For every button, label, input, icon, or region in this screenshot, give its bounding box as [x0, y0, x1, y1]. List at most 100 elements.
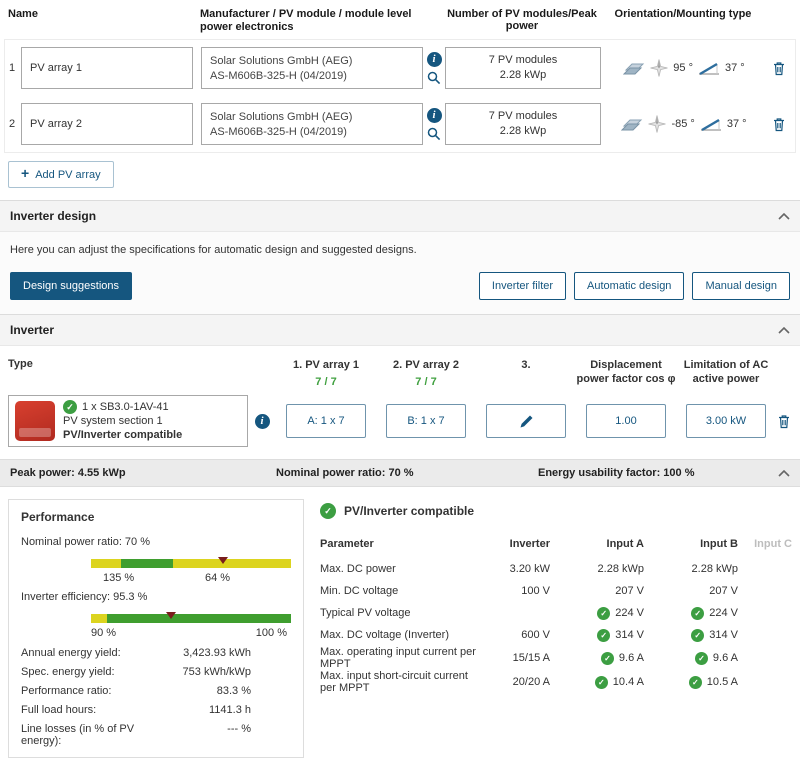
compat-row: Max. DC power 3.20 kW 2.28 kWp 2.28 kWp: [320, 563, 738, 575]
bar-tick: 100 %: [255, 627, 287, 639]
pv-array-name-input[interactable]: [21, 47, 193, 89]
energy-usability-summary: Energy usability factor: 100 %: [538, 467, 695, 479]
azimuth-value: -85 °: [671, 118, 695, 130]
input-b-assignment[interactable]: B: 1 x 7: [386, 404, 466, 438]
module-search-icon[interactable]: [427, 71, 441, 85]
col-header-type: Type: [8, 358, 33, 370]
design-description: Here you can adjust the specifications f…: [10, 244, 417, 256]
col-header-array3: 3.: [521, 359, 531, 371]
col-header-ac-limit: Limitation of AC active power: [683, 359, 769, 385]
delete-pv-array-icon[interactable]: [772, 61, 786, 76]
compat-row: Typical PV voltage 224 V 224 V: [320, 602, 792, 624]
pencil-icon: [519, 414, 534, 429]
module-info-icon[interactable]: [426, 107, 442, 123]
delete-pv-array-icon[interactable]: [772, 117, 786, 132]
inverter-expander[interactable]: Inverter: [0, 314, 800, 346]
chevron-up-icon[interactable]: [778, 326, 790, 334]
automatic-design-button[interactable]: Automatic design: [574, 272, 685, 300]
manual-design-button[interactable]: Manual design: [692, 272, 790, 300]
ac-limit-field[interactable]: 3.00 kW: [686, 404, 766, 438]
ok-check-icon: [594, 675, 608, 689]
cos-phi-field[interactable]: 1.00: [586, 404, 666, 438]
orientation-cell: -85 ° 37 °: [601, 115, 767, 133]
row-index: 1: [9, 62, 16, 74]
col-header-orientation: Orientation/Mounting type: [614, 8, 752, 20]
ok-check-icon: [597, 628, 611, 642]
peak-power: 2.28 kWp: [499, 125, 547, 137]
inverter-summary-bar: Peak power: 4.55 kWp Nominal power ratio…: [0, 459, 800, 487]
inverter-filter-button[interactable]: Inverter filter: [478, 272, 567, 300]
module-count-box[interactable]: 7 PV modules 2.28 kWp: [445, 103, 601, 145]
inverter-image: [15, 401, 55, 441]
bar-marker: [166, 612, 176, 619]
orientation-cell: 95 ° 37 °: [601, 59, 767, 77]
compatibility-status: PV/Inverter compatible: [63, 429, 183, 441]
mounting-type-icon[interactable]: [621, 117, 643, 132]
pv-table-header: Name Manufacturer / PV module / module l…: [0, 0, 800, 39]
inverter-efficiency-label: Inverter efficiency: 95.3 %: [21, 591, 148, 603]
module-count-box[interactable]: 7 PV modules 2.28 kWp: [445, 47, 601, 89]
ok-check-icon: [688, 675, 702, 689]
col-header-modules: Number of PV modules/Peak power: [447, 8, 597, 32]
ok-check-icon: [597, 606, 611, 620]
pv-array-row-2: 2 Solar Solutions GmbH (AEG) AS-M606B-32…: [5, 96, 795, 152]
module-count: 7 PV modules: [488, 54, 558, 66]
row-index: 2: [9, 118, 16, 130]
tilt-icon: [700, 117, 722, 132]
azimuth-value: 95 °: [673, 62, 693, 74]
pv-array-name-input[interactable]: [21, 103, 193, 145]
mounting-type-icon[interactable]: [623, 61, 645, 76]
module-selector[interactable]: Solar Solutions GmbH (AEG) AS-M606B-325-…: [201, 103, 423, 145]
input-a-assignment[interactable]: A: 1 x 7: [286, 404, 366, 438]
inverter-name: 1 x SB3.0-1AV-41: [82, 401, 169, 413]
inverter-info-icon[interactable]: [254, 413, 270, 429]
chevron-up-icon[interactable]: [778, 212, 790, 220]
edit-assignment-button[interactable]: [486, 404, 566, 438]
chevron-up-icon[interactable]: [778, 469, 790, 477]
module-info-icon[interactable]: [426, 51, 442, 67]
tilt-value: 37 °: [725, 62, 745, 74]
compatible-check-icon: [63, 400, 77, 414]
pv-array-row-1: 1 Solar Solutions GmbH (AEG) AS-M606B-32…: [5, 40, 795, 96]
ok-check-icon: [600, 651, 614, 665]
array1-assignment-ratio: 7 / 7: [315, 376, 337, 388]
peak-power-summary: Peak power: 4.55 kWp: [10, 467, 126, 479]
inverter-design-expander[interactable]: Inverter design: [0, 200, 800, 232]
add-pv-array-button[interactable]: Add PV array: [8, 161, 114, 188]
manufacturer-name: Solar Solutions GmbH (AEG): [210, 55, 353, 67]
module-search-icon[interactable]: [427, 127, 441, 141]
bar-tick: 135 %: [103, 572, 135, 584]
compatibility-panel: PV/Inverter compatible Parameter Inverte…: [320, 499, 792, 758]
manufacturer-name: Solar Solutions GmbH (AEG): [210, 111, 353, 123]
tilt-value: 37 °: [726, 118, 747, 130]
inverter-row: 1 x SB3.0-1AV-41 PV system section 1 PV/…: [0, 393, 800, 459]
module-type: AS-M606B-325-H (04/2019): [210, 126, 347, 138]
peak-power: 2.28 kWp: [499, 69, 547, 81]
performance-title: Performance: [21, 510, 95, 524]
col-header-array2: 2. PV array 2: [392, 359, 460, 371]
nominal-power-ratio-summary: Nominal power ratio: 70 %: [276, 467, 414, 479]
inverter-type-selector[interactable]: 1 x SB3.0-1AV-41 PV system section 1 PV/…: [8, 395, 248, 447]
performance-panel: Performance Nominal power ratio: 70 % 13…: [8, 499, 304, 758]
module-selector[interactable]: Solar Solutions GmbH (AEG) AS-M606B-325-…: [201, 47, 423, 89]
plus-icon: [21, 168, 29, 181]
nominal-power-ratio-bar: [91, 557, 291, 568]
metric-row: Spec. energy yield: 753 kWh/kWp: [21, 666, 251, 678]
compat-table-header: Parameter Inverter Input A Input B Input…: [320, 538, 792, 550]
compatibility-title: PV/Inverter compatible: [344, 504, 475, 518]
pv-array-section: Name Manufacturer / PV module / module l…: [0, 0, 800, 200]
compat-row: Min. DC voltage 100 V 207 V 207 V: [320, 585, 738, 597]
inverter-table-header: Type 1. PV array 1 7 / 7 2. PV array 2 7…: [0, 346, 800, 393]
delete-inverter-icon[interactable]: [777, 414, 791, 429]
ok-check-icon: [691, 628, 705, 642]
pv-system-section: PV system section 1: [63, 415, 163, 427]
metric-row: Full load hours: 1141.3 h: [21, 704, 251, 716]
design-suggestions-button[interactable]: Design suggestions: [10, 272, 133, 300]
azimuth-compass-icon: [650, 59, 668, 77]
module-count: 7 PV modules: [488, 110, 558, 122]
section-title: Inverter: [10, 323, 55, 337]
add-pv-array-label: Add PV array: [35, 168, 101, 181]
array2-assignment-ratio: 7 / 7: [415, 376, 437, 388]
compat-row: Max. input short-circuit current per MPP…: [320, 670, 792, 694]
compatible-check-icon: [320, 503, 336, 519]
